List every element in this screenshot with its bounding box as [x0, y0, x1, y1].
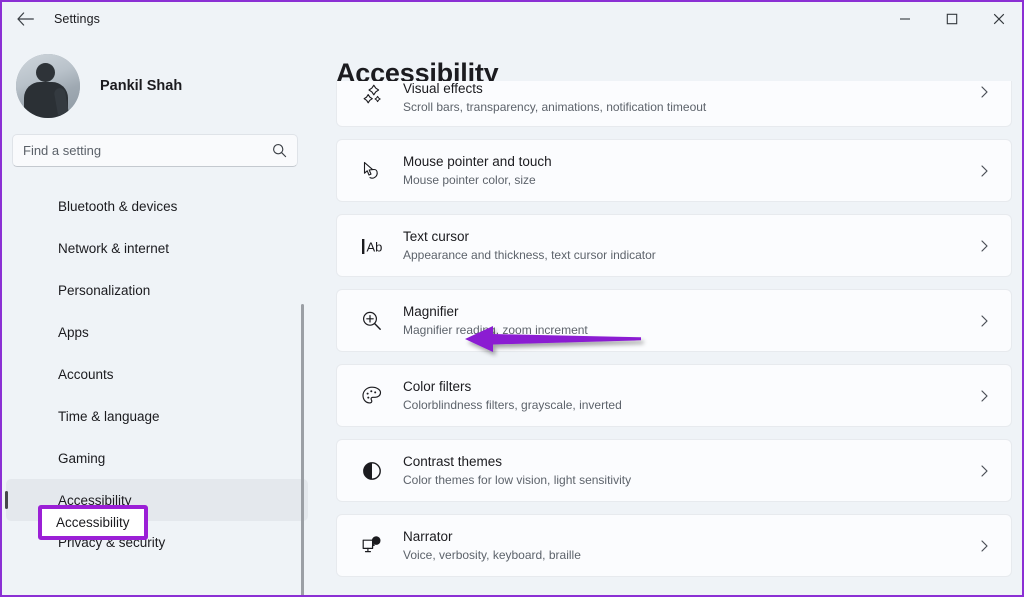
card-subtitle: Magnifier reading, zoom increment — [403, 322, 977, 339]
back-button[interactable] — [8, 4, 42, 34]
card-contrast-themes[interactable]: Contrast themes Color themes for low vis… — [336, 439, 1012, 502]
card-subtitle: Scroll bars, transparency, animations, n… — [403, 99, 977, 116]
search-box[interactable] — [12, 134, 298, 167]
card-subtitle: Color themes for low vision, light sensi… — [403, 472, 977, 489]
chevron-right-icon — [977, 239, 995, 253]
chevron-right-icon — [977, 539, 995, 553]
close-button[interactable] — [975, 2, 1022, 36]
card-text: Contrast themes Color themes for low vis… — [403, 453, 977, 489]
chevron-right-icon — [977, 389, 995, 403]
sidebar-item-bluetooth-devices[interactable]: Bluetooth & devices — [6, 185, 308, 227]
card-text: Color filters Colorblindness filters, gr… — [403, 378, 977, 414]
close-icon — [993, 13, 1005, 25]
card-title: Narrator — [403, 528, 977, 546]
sidebar-item-apps[interactable]: Apps — [6, 311, 308, 353]
profile-name: Pankil Shah — [100, 78, 182, 94]
sidebar-item-gaming[interactable]: Gaming — [6, 437, 308, 479]
sparkles-icon — [355, 81, 389, 107]
maximize-button[interactable] — [928, 2, 975, 36]
svg-text:Ab: Ab — [367, 239, 383, 254]
card-text: Narrator Voice, verbosity, keyboard, bra… — [403, 528, 977, 564]
maximize-icon — [946, 13, 958, 25]
card-magnifier[interactable]: Magnifier Magnifier reading, zoom increm… — [336, 289, 1012, 352]
main-content: Accessibility Visual effects Scroll bars… — [314, 36, 1022, 597]
avatar — [16, 54, 80, 118]
settings-card-list: Visual effects Scroll bars, transparency… — [336, 98, 1012, 589]
back-arrow-icon — [17, 12, 34, 26]
annotation-label: Accessibility — [56, 515, 130, 530]
sidebar-item-label: Apps — [58, 325, 89, 340]
sidebar-item-time-language[interactable]: Time & language — [6, 395, 308, 437]
chevron-right-icon — [977, 164, 995, 178]
settings-window: Settings — [0, 0, 1024, 597]
card-narrator[interactable]: Narrator Voice, verbosity, keyboard, bra… — [336, 514, 1012, 577]
card-text: Magnifier Magnifier reading, zoom increm… — [403, 303, 977, 339]
card-text: Visual effects Scroll bars, transparency… — [403, 80, 977, 116]
window-controls — [881, 2, 1022, 36]
sidebar-item-label: Accounts — [58, 367, 114, 382]
mouse-pointer-icon — [355, 159, 389, 183]
chevron-right-icon — [977, 314, 995, 328]
search-input[interactable] — [23, 143, 272, 158]
card-mouse-pointer-and-touch[interactable]: Mouse pointer and touch Mouse pointer co… — [336, 139, 1012, 202]
card-title: Magnifier — [403, 303, 977, 321]
accessibility-highlight-annotation: Accessibility — [38, 505, 148, 540]
search-icon — [272, 143, 287, 158]
card-subtitle: Appearance and thickness, text cursor in… — [403, 247, 977, 264]
card-title: Visual effects — [403, 80, 977, 98]
card-subtitle: Voice, verbosity, keyboard, braille — [403, 547, 977, 564]
sidebar-item-label: Time & language — [58, 409, 160, 424]
card-subtitle: Colorblindness filters, grayscale, inver… — [403, 397, 977, 414]
card-color-filters[interactable]: Color filters Colorblindness filters, gr… — [336, 364, 1012, 427]
card-title: Text cursor — [403, 228, 977, 246]
card-title: Contrast themes — [403, 453, 977, 471]
title-bar: Settings — [2, 2, 1022, 36]
card-text: Mouse pointer and touch Mouse pointer co… — [403, 153, 977, 189]
sidebar-item-personalization[interactable]: Personalization — [6, 269, 308, 311]
sidebar-item-label: Bluetooth & devices — [58, 199, 177, 214]
magnifier-icon — [355, 309, 389, 333]
sidebar-item-accounts[interactable]: Accounts — [6, 353, 308, 395]
minimize-button[interactable] — [881, 2, 928, 36]
chevron-right-icon — [977, 464, 995, 478]
color-palette-icon — [355, 384, 389, 408]
chevron-right-icon — [977, 81, 995, 99]
narrator-icon — [355, 534, 389, 558]
sidebar-item-label: Gaming — [58, 451, 105, 466]
card-title: Color filters — [403, 378, 977, 396]
card-text-cursor[interactable]: Ab Text cursor Appearance and thickness,… — [336, 214, 1012, 277]
sidebar-item-label: Personalization — [58, 283, 150, 298]
card-visual-effects[interactable]: Visual effects Scroll bars, transparency… — [336, 81, 1012, 127]
contrast-icon — [355, 459, 389, 483]
window-title: Settings — [54, 12, 100, 26]
text-cursor-icon: Ab — [355, 236, 389, 256]
sidebar-scrollbar[interactable] — [301, 304, 304, 597]
card-subtitle: Mouse pointer color, size — [403, 172, 977, 189]
card-title: Mouse pointer and touch — [403, 153, 977, 171]
user-profile[interactable]: Pankil Shah — [2, 36, 314, 122]
card-text: Text cursor Appearance and thickness, te… — [403, 228, 977, 264]
sidebar-item-label: Network & internet — [58, 241, 169, 256]
sidebar-item-network-internet[interactable]: Network & internet — [6, 227, 308, 269]
minimize-icon — [899, 13, 911, 25]
